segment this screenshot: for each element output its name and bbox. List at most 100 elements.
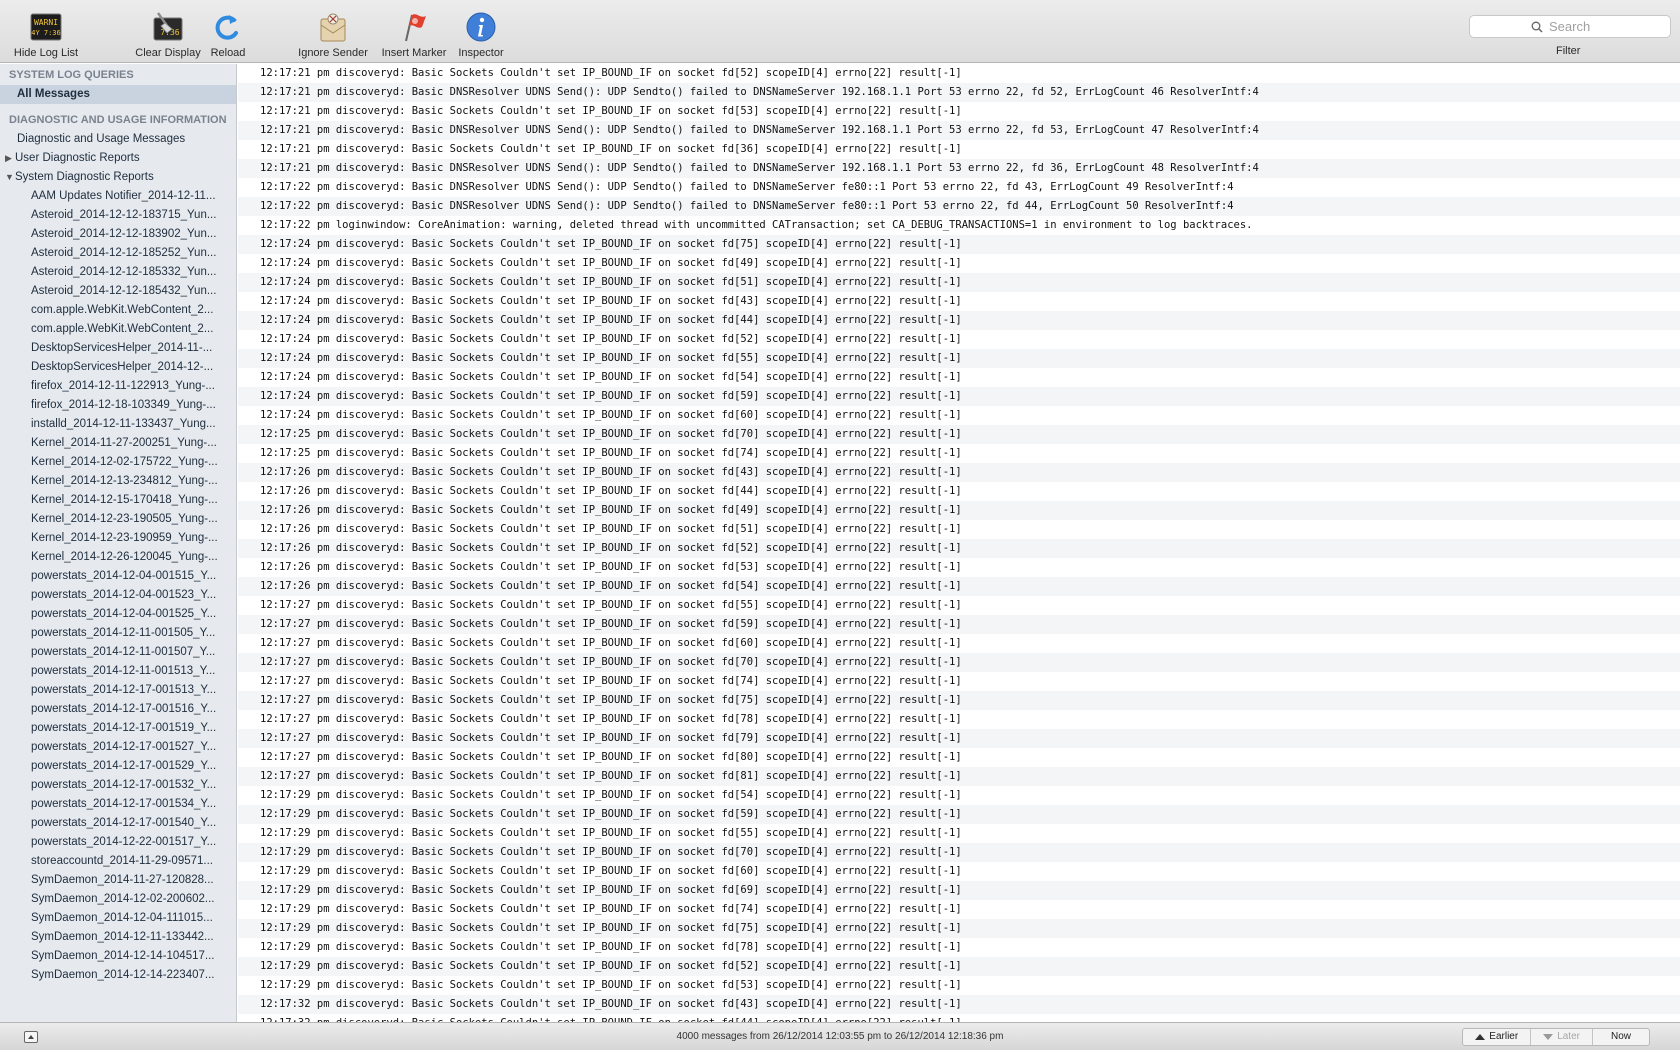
log-row[interactable]: 12:17:22 pm discoveryd: Basic DNSResolve…	[238, 178, 1680, 197]
search-field[interactable]	[1469, 15, 1671, 38]
log-row[interactable]: 12:17:24 pm discoveryd: Basic Sockets Co…	[238, 330, 1680, 349]
sidebar-item-report[interactable]: Kernel_2014-12-13-234812_Yung-...	[0, 472, 236, 491]
log-row[interactable]: 12:17:21 pm discoveryd: Basic DNSResolve…	[238, 159, 1680, 178]
ignore-sender-button[interactable]: Ignore Sender	[293, 11, 373, 61]
log-row[interactable]: 12:17:29 pm discoveryd: Basic Sockets Co…	[238, 862, 1680, 881]
sidebar-item-report[interactable]: SymDaemon_2014-12-14-223407...	[0, 966, 236, 985]
sidebar-item-report[interactable]: DesktopServicesHelper_2014-12-...	[0, 358, 236, 377]
log-row[interactable]: 12:17:24 pm discoveryd: Basic Sockets Co…	[238, 292, 1680, 311]
log-row[interactable]: 12:17:27 pm discoveryd: Basic Sockets Co…	[238, 634, 1680, 653]
log-row[interactable]: 12:17:26 pm discoveryd: Basic Sockets Co…	[238, 577, 1680, 596]
log-row[interactable]: 12:17:21 pm discoveryd: Basic DNSResolve…	[238, 121, 1680, 140]
log-row[interactable]: 12:17:22 pm discoveryd: Basic DNSResolve…	[238, 197, 1680, 216]
log-row[interactable]: 12:17:27 pm discoveryd: Basic Sockets Co…	[238, 615, 1680, 634]
log-row[interactable]: 12:17:27 pm discoveryd: Basic Sockets Co…	[238, 729, 1680, 748]
log-row[interactable]: 12:17:24 pm discoveryd: Basic Sockets Co…	[238, 406, 1680, 425]
log-row[interactable]: 12:17:24 pm discoveryd: Basic Sockets Co…	[238, 235, 1680, 254]
log-row[interactable]: 12:17:29 pm discoveryd: Basic Sockets Co…	[238, 976, 1680, 995]
sidebar-item-report[interactable]: AAM Updates Notifier_2014-12-11...	[0, 187, 236, 206]
inspector-button[interactable]: Inspector	[454, 11, 508, 61]
log-row[interactable]: 12:17:29 pm discoveryd: Basic Sockets Co…	[238, 786, 1680, 805]
log-row[interactable]: 12:17:25 pm discoveryd: Basic Sockets Co…	[238, 444, 1680, 463]
log-row[interactable]: 12:17:24 pm discoveryd: Basic Sockets Co…	[238, 273, 1680, 292]
sidebar-item-report[interactable]: powerstats_2014-12-17-001516_Y...	[0, 700, 236, 719]
sidebar-item-report[interactable]: SymDaemon_2014-12-11-133442...	[0, 928, 236, 947]
sidebar-item-report[interactable]: Kernel_2014-11-27-200251_Yung-...	[0, 434, 236, 453]
sidebar-item-report[interactable]: Asteroid_2014-12-12-185432_Yun...	[0, 282, 236, 301]
log-row[interactable]: 12:17:21 pm discoveryd: Basic Sockets Co…	[238, 102, 1680, 121]
sidebar-item-report[interactable]: SymDaemon_2014-12-14-104517...	[0, 947, 236, 966]
log-row[interactable]: 12:17:26 pm discoveryd: Basic Sockets Co…	[238, 558, 1680, 577]
sidebar-item-report[interactable]: powerstats_2014-12-11-001513_Y...	[0, 662, 236, 681]
insert-marker-button[interactable]: Insert Marker	[378, 11, 450, 61]
log-row[interactable]: 12:17:32 pm discoveryd: Basic Sockets Co…	[238, 1014, 1680, 1022]
sidebar-item-report[interactable]: firefox_2014-12-11-122913_Yung-...	[0, 377, 236, 396]
log-row[interactable]: 12:17:26 pm discoveryd: Basic Sockets Co…	[238, 520, 1680, 539]
log-row[interactable]: 12:17:21 pm discoveryd: Basic DNSResolve…	[238, 83, 1680, 102]
log-row[interactable]: 12:17:27 pm discoveryd: Basic Sockets Co…	[238, 767, 1680, 786]
clear-display-button[interactable]: 7:36 Clear Display	[130, 11, 206, 61]
sidebar-item-report[interactable]: powerstats_2014-12-17-001519_Y...	[0, 719, 236, 738]
sidebar-item-report[interactable]: Asteroid_2014-12-12-183902_Yun...	[0, 225, 236, 244]
sidebar-item-report[interactable]: Kernel_2014-12-23-190505_Yung-...	[0, 510, 236, 529]
sidebar-item-report[interactable]: powerstats_2014-12-04-001525_Y...	[0, 605, 236, 624]
log-row[interactable]: 12:17:26 pm discoveryd: Basic Sockets Co…	[238, 539, 1680, 558]
log-row[interactable]: 12:17:29 pm discoveryd: Basic Sockets Co…	[238, 824, 1680, 843]
later-button[interactable]: Later	[1531, 1029, 1593, 1045]
log-row[interactable]: 12:17:27 pm discoveryd: Basic Sockets Co…	[238, 653, 1680, 672]
sidebar-item-report[interactable]: Kernel_2014-12-02-175722_Yung-...	[0, 453, 236, 472]
sidebar-item-diagnostic-messages[interactable]: Diagnostic and Usage Messages	[0, 130, 236, 149]
sidebar-item-report[interactable]: powerstats_2014-12-17-001540_Y...	[0, 814, 236, 833]
log-message-list[interactable]: 12:17:21 pm discoveryd: Basic Sockets Co…	[238, 64, 1680, 1022]
log-row[interactable]: 12:17:21 pm discoveryd: Basic Sockets Co…	[238, 64, 1680, 83]
sidebar-item-report[interactable]: SymDaemon_2014-12-02-200602...	[0, 890, 236, 909]
sidebar-item-report[interactable]: Kernel_2014-12-26-120045_Yung-...	[0, 548, 236, 567]
log-row[interactable]: 12:17:24 pm discoveryd: Basic Sockets Co…	[238, 254, 1680, 273]
sidebar-item-report[interactable]: powerstats_2014-12-17-001527_Y...	[0, 738, 236, 757]
log-row[interactable]: 12:17:21 pm discoveryd: Basic Sockets Co…	[238, 140, 1680, 159]
log-row[interactable]: 12:17:29 pm discoveryd: Basic Sockets Co…	[238, 881, 1680, 900]
disclosure-down-icon[interactable]: ▼	[5, 168, 15, 187]
sidebar-item-report[interactable]: powerstats_2014-12-04-001523_Y...	[0, 586, 236, 605]
disclosure-right-icon[interactable]: ▶	[5, 149, 15, 168]
sidebar-item-report[interactable]: Asteroid_2014-12-12-183715_Yun...	[0, 206, 236, 225]
log-row[interactable]: 12:17:27 pm discoveryd: Basic Sockets Co…	[238, 596, 1680, 615]
sidebar-item-report[interactable]: DesktopServicesHelper_2014-11-...	[0, 339, 236, 358]
log-row[interactable]: 12:17:26 pm discoveryd: Basic Sockets Co…	[238, 482, 1680, 501]
sidebar-item-report[interactable]: powerstats_2014-12-22-001517_Y...	[0, 833, 236, 852]
earlier-button[interactable]: Earlier	[1463, 1029, 1532, 1045]
log-row[interactable]: 12:17:29 pm discoveryd: Basic Sockets Co…	[238, 938, 1680, 957]
sidebar-item-report[interactable]: storeaccountd_2014-11-29-09571...	[0, 852, 236, 871]
now-button[interactable]: Now	[1593, 1029, 1649, 1045]
sidebar-item-report[interactable]: powerstats_2014-12-17-001534_Y...	[0, 795, 236, 814]
log-row[interactable]: 12:17:29 pm discoveryd: Basic Sockets Co…	[238, 805, 1680, 824]
sidebar-item-report[interactable]: SymDaemon_2014-11-27-120828...	[0, 871, 236, 890]
log-row[interactable]: 12:17:29 pm discoveryd: Basic Sockets Co…	[238, 919, 1680, 938]
sidebar-item-report[interactable]: Asteroid_2014-12-12-185252_Yun...	[0, 244, 236, 263]
sidebar-item-report[interactable]: com.apple.WebKit.WebContent_2...	[0, 301, 236, 320]
log-row[interactable]: 12:17:24 pm discoveryd: Basic Sockets Co…	[238, 311, 1680, 330]
log-row[interactable]: 12:17:27 pm discoveryd: Basic Sockets Co…	[238, 748, 1680, 767]
hide-log-list-button[interactable]: WARNI 4Y 7:36 Hide Log List	[10, 11, 82, 61]
log-row[interactable]: 12:17:29 pm discoveryd: Basic Sockets Co…	[238, 843, 1680, 862]
log-row[interactable]: 12:17:27 pm discoveryd: Basic Sockets Co…	[238, 710, 1680, 729]
sidebar-item-report[interactable]: Kernel_2014-12-15-170418_Yung-...	[0, 491, 236, 510]
sidebar-item-user-reports[interactable]: ▶ User Diagnostic Reports	[0, 149, 236, 168]
sidebar-item-report[interactable]: Asteroid_2014-12-12-185332_Yun...	[0, 263, 236, 282]
log-row[interactable]: 12:17:29 pm discoveryd: Basic Sockets Co…	[238, 900, 1680, 919]
log-row[interactable]: 12:17:24 pm discoveryd: Basic Sockets Co…	[238, 368, 1680, 387]
reload-button[interactable]: Reload	[208, 11, 248, 61]
sidebar-item-report[interactable]: Kernel_2014-12-23-190959_Yung-...	[0, 529, 236, 548]
sidebar-item-report[interactable]: installd_2014-12-11-133437_Yung...	[0, 415, 236, 434]
log-row[interactable]: 12:17:32 pm discoveryd: Basic Sockets Co…	[238, 995, 1680, 1014]
log-row[interactable]: 12:17:24 pm discoveryd: Basic Sockets Co…	[238, 387, 1680, 406]
sidebar-item-report[interactable]: powerstats_2014-12-11-001505_Y...	[0, 624, 236, 643]
sidebar-item-report[interactable]: SymDaemon_2014-12-04-111015...	[0, 909, 236, 928]
sidebar-item-report[interactable]: com.apple.WebKit.WebContent_2...	[0, 320, 236, 339]
log-row[interactable]: 12:17:26 pm discoveryd: Basic Sockets Co…	[238, 501, 1680, 520]
sidebar-item-report[interactable]: powerstats_2014-12-17-001513_Y...	[0, 681, 236, 700]
sidebar-item-report[interactable]: powerstats_2014-12-04-001515_Y...	[0, 567, 236, 586]
log-row[interactable]: 12:17:27 pm discoveryd: Basic Sockets Co…	[238, 691, 1680, 710]
log-row[interactable]: 12:17:25 pm discoveryd: Basic Sockets Co…	[238, 425, 1680, 444]
sidebar-item-report[interactable]: powerstats_2014-12-17-001532_Y...	[0, 776, 236, 795]
